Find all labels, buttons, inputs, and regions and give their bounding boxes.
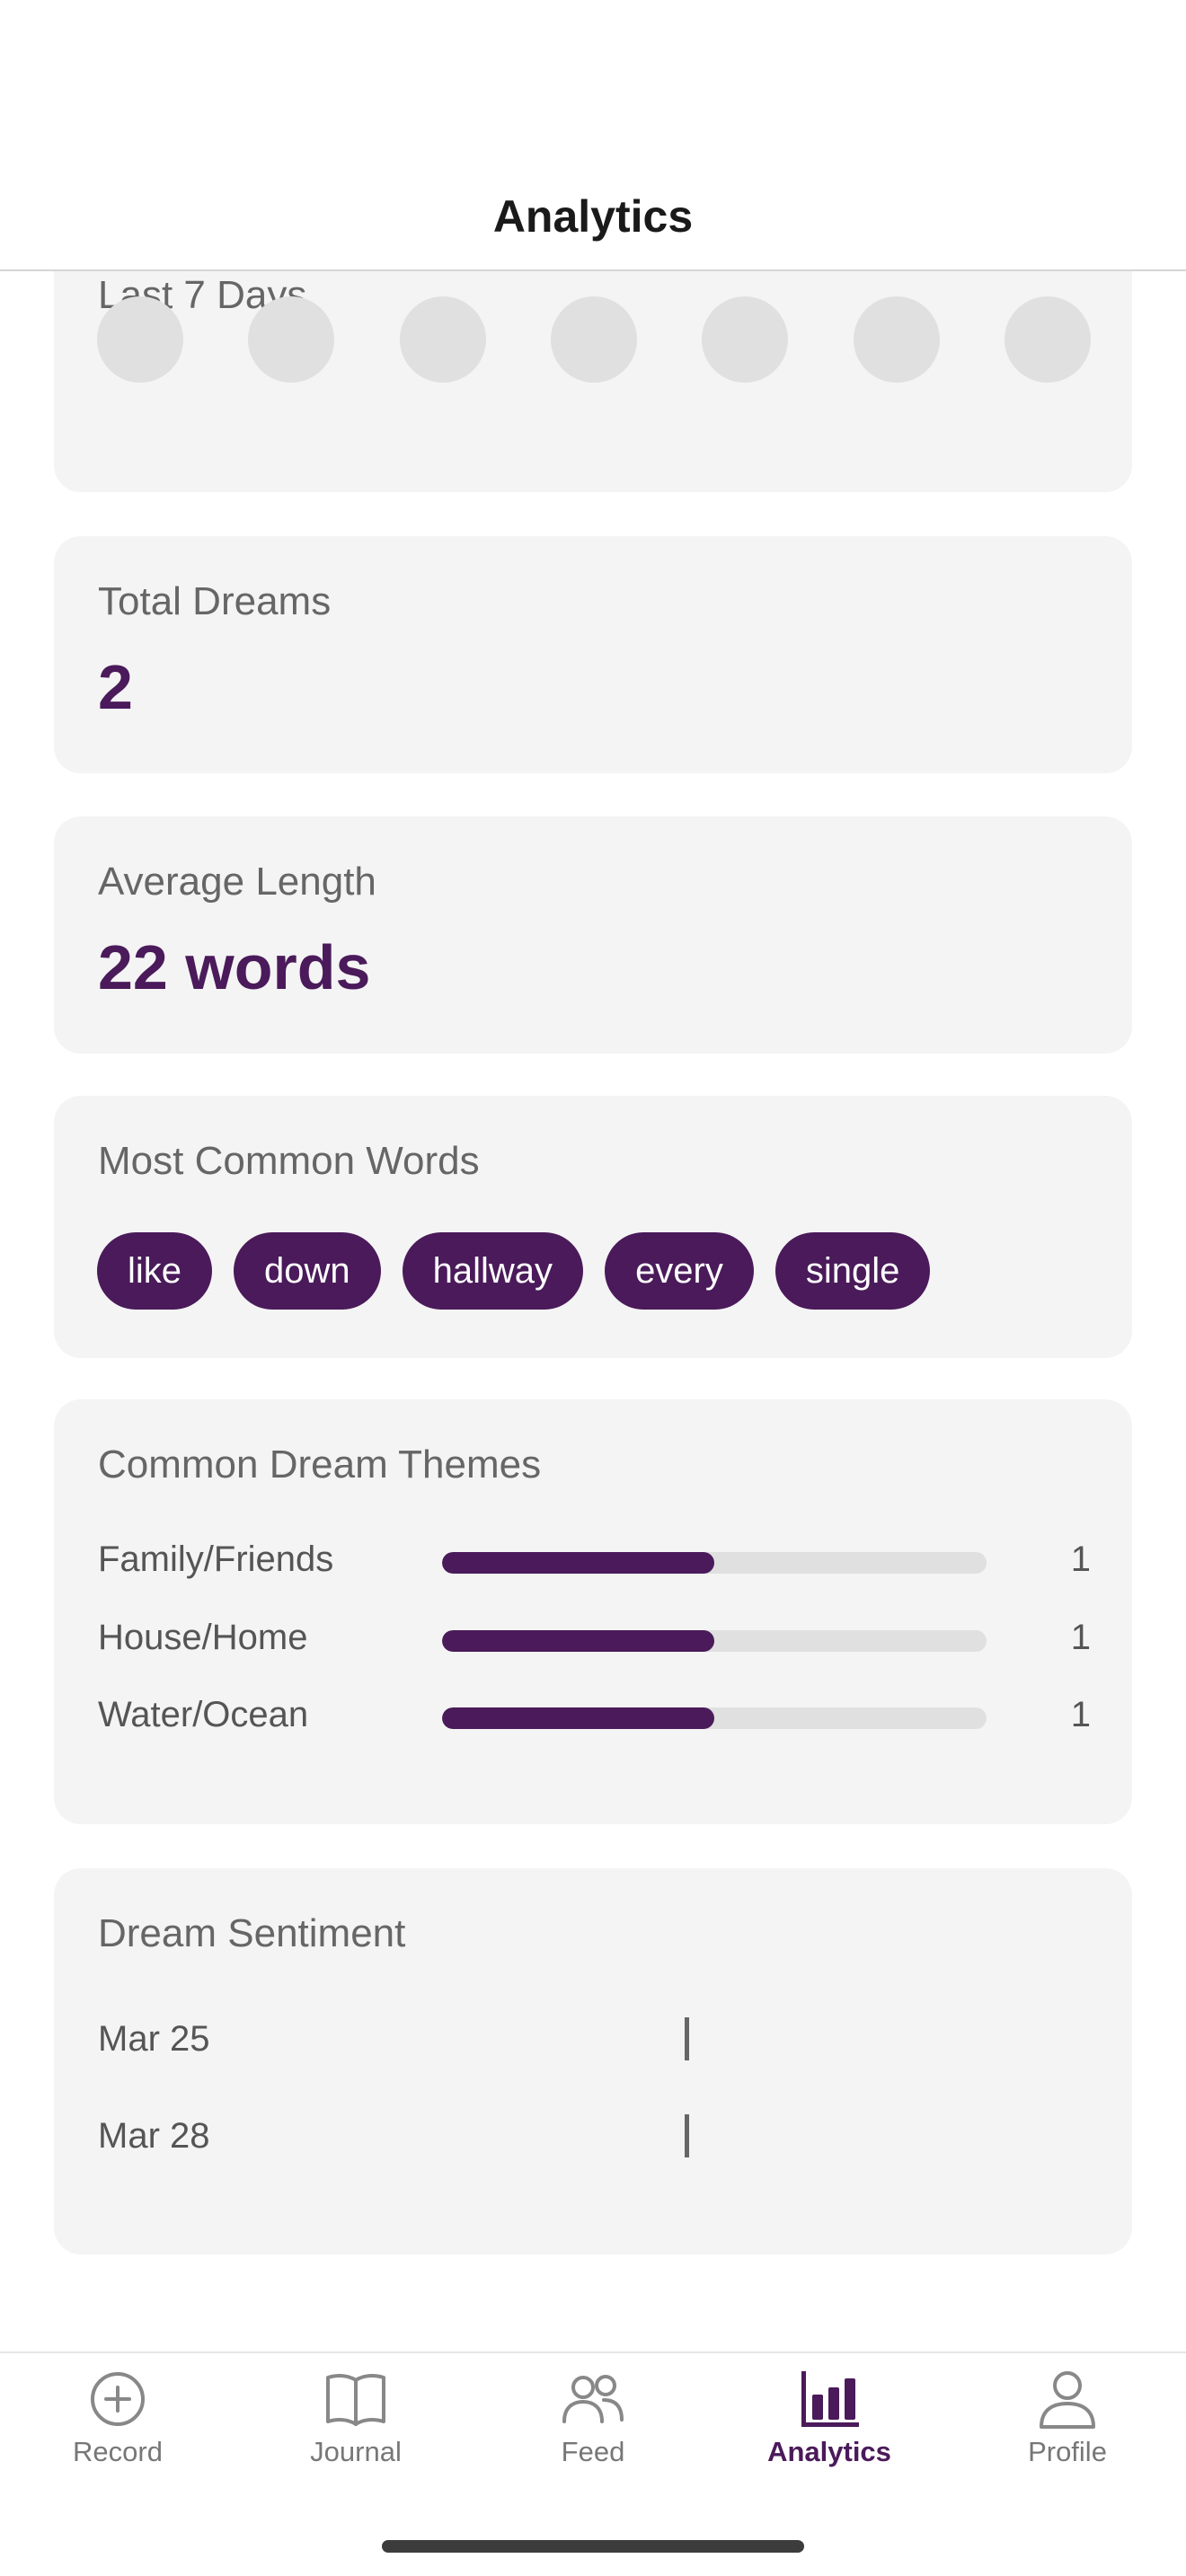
tab-label: Analytics	[767, 2436, 891, 2467]
theme-bar-track	[442, 1707, 987, 1729]
sentiment-date: Mar 28	[98, 2116, 210, 2156]
sentiment-marker	[685, 2017, 689, 2060]
tab-profile[interactable]: Profile	[978, 2368, 1157, 2493]
theme-bar-fill	[442, 1552, 714, 1574]
day-dot	[1004, 296, 1091, 383]
home-indicator	[382, 2540, 804, 2553]
common-words-label: Most Common Words	[98, 1139, 480, 1183]
theme-name: House/Home	[98, 1618, 308, 1657]
tab-feed[interactable]: Feed	[503, 2368, 683, 2493]
day-dots	[97, 296, 1091, 383]
sentiment-row: Mar 28	[98, 2113, 1091, 2159]
people-icon	[562, 2375, 624, 2423]
book-icon	[326, 2374, 385, 2426]
total-dreams-label: Total Dreams	[98, 579, 332, 623]
day-dot	[853, 296, 940, 383]
tab-label: Feed	[561, 2436, 625, 2467]
theme-bar-fill	[442, 1630, 714, 1652]
theme-row: Family/Friends 1	[98, 1537, 1091, 1582]
day-dot	[550, 296, 637, 383]
day-dot	[399, 296, 486, 383]
average-length-value: 22 words	[98, 932, 371, 1002]
nav-header: Analytics	[0, 0, 1186, 271]
theme-bar-track	[442, 1552, 987, 1574]
sentiment-row: Mar 25	[98, 2016, 1091, 2062]
plus-circle-icon	[91, 2372, 145, 2426]
word-chip[interactable]: like	[97, 1232, 213, 1310]
tab-record[interactable]: Record	[28, 2368, 208, 2493]
dream-sentiment-card: Dream Sentiment Mar 25 Mar 28	[54, 1868, 1132, 2254]
dream-themes-label: Common Dream Themes	[98, 1442, 542, 1486]
theme-count: 1	[1070, 1695, 1091, 1734]
tab-journal[interactable]: Journal	[266, 2368, 446, 2493]
word-chip[interactable]: hallway	[402, 1232, 584, 1310]
person-icon	[1040, 2371, 1095, 2429]
theme-name: Water/Ocean	[98, 1695, 309, 1734]
theme-bar-track	[442, 1630, 987, 1652]
day-dot	[248, 296, 335, 383]
average-length-label: Average Length	[98, 860, 376, 904]
sentiment-marker	[685, 2114, 689, 2157]
day-dot	[702, 296, 789, 383]
average-length-card: Average Length 22 words	[54, 816, 1132, 1054]
theme-name: Family/Friends	[98, 1539, 334, 1579]
tab-analytics[interactable]: Analytics	[739, 2368, 919, 2493]
theme-bar-fill	[442, 1707, 714, 1729]
tab-label: Profile	[1028, 2436, 1107, 2467]
tab-label: Journal	[310, 2436, 402, 2467]
bar-chart-icon	[801, 2371, 859, 2427]
word-chip[interactable]: every	[605, 1232, 754, 1310]
last-7-days-card: Last 7 Days	[54, 271, 1132, 492]
page-title: Analytics	[492, 191, 694, 242]
common-words-card: Most Common Words like down hallway ever…	[54, 1096, 1132, 1358]
analytics-scroll-view[interactable]: Last 7 Days Total Dreams 2 Average Lengt…	[0, 271, 1186, 2351]
dream-sentiment-label: Dream Sentiment	[98, 1911, 406, 1955]
sentiment-date: Mar 25	[98, 2019, 210, 2059]
day-dot	[97, 296, 183, 383]
tab-label: Record	[73, 2436, 163, 2467]
word-chip[interactable]: down	[234, 1232, 381, 1310]
dream-themes-card: Common Dream Themes Family/Friends 1 Hou…	[54, 1399, 1132, 1824]
theme-row: Water/Ocean 1	[98, 1692, 1091, 1737]
total-dreams-card: Total Dreams 2	[54, 536, 1132, 773]
total-dreams-value: 2	[98, 652, 133, 722]
theme-count: 1	[1070, 1618, 1091, 1657]
word-chip[interactable]: single	[774, 1232, 931, 1310]
theme-count: 1	[1070, 1539, 1091, 1579]
theme-row: House/Home 1	[98, 1615, 1091, 1660]
word-chips: like down hallway every single	[97, 1232, 931, 1310]
